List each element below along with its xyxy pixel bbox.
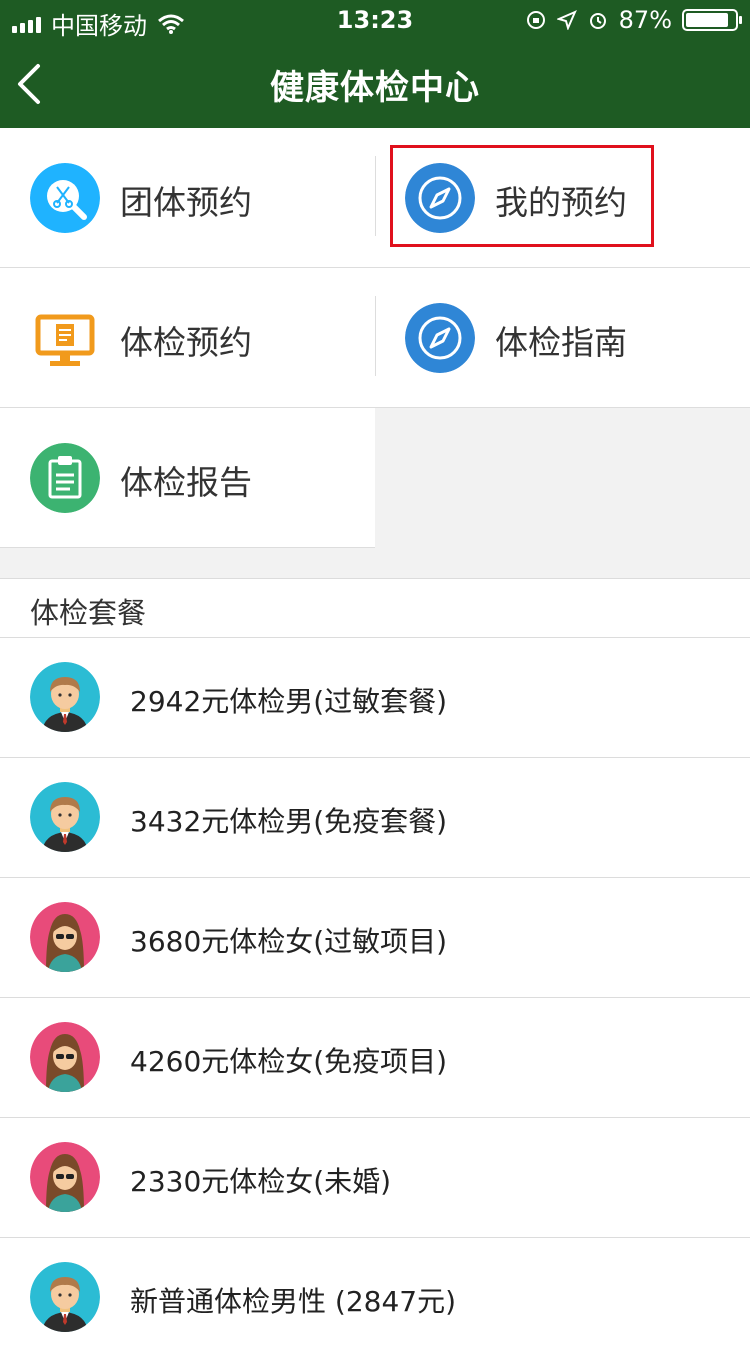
package-label: 2330元体检女(未婚) bbox=[130, 1165, 392, 1198]
menu-item-checkup-booking[interactable]: 体检预约 bbox=[0, 268, 375, 407]
scissors-magnifier-icon bbox=[30, 163, 100, 233]
divider bbox=[375, 296, 376, 376]
clipboard-report-icon bbox=[30, 443, 100, 513]
menu-label: 体检指南 bbox=[495, 323, 627, 362]
menu-label: 体检报告 bbox=[120, 463, 252, 502]
battery-percent: 87% bbox=[618, 6, 672, 34]
female-avatar-icon bbox=[30, 1022, 100, 1092]
list-item[interactable]: 3432元体检男(免疫套餐) bbox=[0, 757, 750, 877]
list-item[interactable]: 2330元体检女(未婚) bbox=[0, 1117, 750, 1237]
compass-icon bbox=[405, 303, 475, 373]
menu-label: 体检预约 bbox=[120, 323, 252, 362]
package-list: 2942元体检男(过敏套餐) 3432元体检男(免疫套餐) 3680元体检女(过… bbox=[0, 637, 750, 1357]
list-item[interactable]: 2942元体检男(过敏套餐) bbox=[0, 637, 750, 757]
highlight-box bbox=[390, 145, 654, 247]
section-separator bbox=[0, 548, 750, 578]
list-item[interactable]: 3680元体检女(过敏项目) bbox=[0, 877, 750, 997]
list-item[interactable]: 新普通体检男性 (2847元) bbox=[0, 1237, 750, 1357]
menu-label: 团体预约 bbox=[120, 183, 252, 222]
menu-item-checkup-report[interactable]: 体检报告 bbox=[0, 408, 375, 547]
menu-item-checkup-guide[interactable]: 体检指南 bbox=[375, 268, 750, 407]
female-avatar-icon bbox=[30, 1142, 100, 1212]
battery-icon bbox=[682, 9, 742, 31]
package-label: 新普通体检男性 (2847元) bbox=[130, 1285, 457, 1318]
monitor-icon bbox=[35, 314, 95, 366]
list-item[interactable]: 4260元体检女(免疫项目) bbox=[0, 997, 750, 1117]
divider bbox=[0, 267, 750, 268]
package-label: 2942元体检男(过敏套餐) bbox=[130, 685, 448, 718]
male-avatar-icon bbox=[30, 662, 100, 732]
package-label: 4260元体检女(免疫项目) bbox=[130, 1045, 448, 1078]
menu-item-group-booking[interactable]: 团体预约 bbox=[0, 128, 375, 267]
top-bar: 中国移动 13:23 87% 健康体检中心 bbox=[0, 0, 750, 128]
page-title: 健康体检中心 bbox=[270, 68, 480, 108]
female-avatar-icon bbox=[30, 902, 100, 972]
navigation-bar: 健康体检中心 bbox=[0, 40, 750, 128]
package-label: 3680元体检女(过敏项目) bbox=[130, 925, 448, 958]
divider bbox=[0, 578, 750, 579]
section-separator bbox=[375, 408, 750, 548]
status-bar: 中国移动 13:23 87% bbox=[0, 0, 750, 40]
divider bbox=[375, 156, 376, 236]
package-label: 3432元体检男(免疫套餐) bbox=[130, 805, 448, 838]
male-avatar-icon bbox=[30, 1262, 100, 1332]
male-avatar-icon bbox=[30, 782, 100, 852]
alarm-icon bbox=[589, 13, 606, 29]
location-icon bbox=[556, 10, 577, 30]
section-title: 体检套餐 bbox=[30, 596, 147, 630]
rotation-lock-icon bbox=[526, 11, 545, 29]
